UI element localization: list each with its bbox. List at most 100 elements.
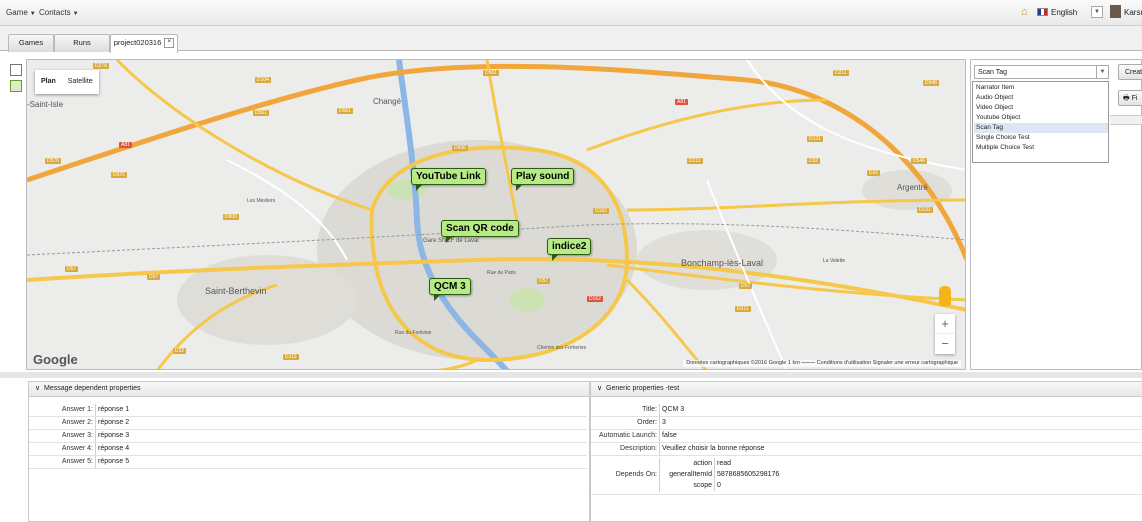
game-menu[interactable]: Game ▼ <box>6 8 36 17</box>
top-menu-bar <box>0 0 1142 26</box>
map-type-plan[interactable]: Plan <box>35 70 62 94</box>
splitter[interactable] <box>0 372 1142 378</box>
property-value[interactable]: réponse 3 <box>95 430 129 442</box>
road-label: D57 <box>537 278 551 284</box>
depends-value[interactable]: read <box>714 458 731 469</box>
road-label: D211 <box>687 158 703 164</box>
table-header <box>1110 115 1142 125</box>
item-type-dropdown-list: Narrator Item Audio Object Video Object … <box>972 81 1109 163</box>
property-value[interactable]: Veuillez choisir la bonne réponse <box>659 443 764 455</box>
zoom-out-button[interactable]: − <box>935 334 955 354</box>
road-label: D561 <box>253 110 269 116</box>
message-properties-panel: ∨ Message dependent properties Answer 1:… <box>28 381 590 522</box>
language-label: English <box>1051 8 1078 17</box>
item-type-select[interactable]: Scan Tag <box>974 65 1109 79</box>
map-canvas <box>27 60 965 369</box>
property-row: Answer 5: réponse 5 <box>29 456 587 469</box>
dropdown-option[interactable]: Narrator Item <box>974 83 1108 93</box>
uk-flag-icon <box>1037 8 1048 16</box>
town-label: Chemin des Fréheries <box>537 345 587 351</box>
depends-value[interactable]: 0 <box>714 480 721 491</box>
road-label: D561 <box>337 108 353 114</box>
dropdown-option[interactable]: Youtube Object <box>974 113 1108 123</box>
map-view[interactable]: Plan Satellite Saint-Berthevin Bonchamp-… <box>26 59 966 370</box>
tab-runs[interactable]: Runs <box>54 34 110 52</box>
find-button-label: Fi <box>1131 95 1138 102</box>
property-value[interactable]: 3 <box>659 417 666 429</box>
home-icon[interactable]: ⌂ <box>1021 6 1033 18</box>
property-label: Answer 4: <box>61 445 93 452</box>
depends-value[interactable]: 5878685605298176 <box>714 469 779 480</box>
caret-down-icon: ▼ <box>72 11 79 17</box>
depends-key: scope <box>693 482 712 489</box>
town-label: Argentré <box>897 183 928 192</box>
panel-header[interactable]: ∨ Generic properties -test <box>591 382 1142 397</box>
chevron-down-icon[interactable]: ▼ <box>1096 66 1108 78</box>
panel-title: Message dependent properties <box>44 385 141 392</box>
property-value[interactable]: réponse 1 <box>95 404 129 416</box>
language-dropdown[interactable]: ▼ <box>1091 6 1103 18</box>
town-label: Rue du Fontvise <box>395 330 432 336</box>
property-value[interactable]: false <box>659 430 677 442</box>
road-label: D32 <box>807 158 821 164</box>
property-value[interactable]: QCM 3 <box>659 404 684 416</box>
property-row: Answer 1: réponse 1 <box>29 404 587 417</box>
map-marker[interactable]: QCM 3 <box>429 278 471 301</box>
property-row: Order: 3 <box>591 417 1142 430</box>
depends-key: action <box>693 460 712 467</box>
tab-project[interactable]: project020316 × <box>110 34 178 53</box>
property-row: Title: QCM 3 <box>591 404 1142 417</box>
road-label: D576 <box>111 172 127 178</box>
road-label: D576 <box>45 158 61 164</box>
game-menu-label: Game <box>6 8 28 17</box>
town-label: La Valette <box>823 258 846 264</box>
caret-down-icon: ▼ <box>29 11 36 17</box>
depends-key: generalItemId <box>669 471 712 478</box>
user-name[interactable]: Karsui A <box>1124 8 1142 17</box>
property-label: Answer 5: <box>61 458 93 465</box>
tree-icon[interactable] <box>10 80 22 92</box>
map-marker[interactable]: YouTube Link <box>411 168 486 191</box>
property-label: Title: <box>642 406 657 413</box>
tab-label: Games <box>18 38 44 47</box>
road-label: D548 <box>923 80 939 86</box>
contacts-menu-label: Contacts <box>39 8 71 17</box>
generic-properties-panel: ∨ Generic properties -test Title: QCM 3 … <box>590 381 1142 522</box>
road-label: D57 <box>147 274 161 280</box>
map-type-control: Plan Satellite <box>35 70 99 94</box>
contacts-menu[interactable]: Contacts ▼ <box>39 8 79 17</box>
printer-icon: 🖶 <box>1123 95 1130 102</box>
find-button[interactable]: 🖶 Fi <box>1118 90 1142 106</box>
dropdown-option[interactable]: Audio Object <box>974 93 1108 103</box>
dropdown-option[interactable]: Single Choice Test <box>974 133 1108 143</box>
road-label: D278 <box>93 63 109 69</box>
create-button[interactable]: Creat <box>1118 64 1142 80</box>
zoom-in-button[interactable]: + <box>935 314 955 334</box>
dropdown-option-selected[interactable]: Scan Tag <box>974 123 1108 133</box>
road-label: D211 <box>735 306 751 312</box>
map-marker[interactable]: Scan QR code <box>441 220 519 243</box>
property-value[interactable]: réponse 2 <box>95 417 129 429</box>
dropdown-option[interactable]: Video Object <box>974 103 1108 113</box>
close-icon[interactable]: × <box>164 38 175 49</box>
town-label: -Saint-Isle <box>27 100 64 109</box>
property-value[interactable]: réponse 5 <box>95 456 129 468</box>
road-label: D131 <box>807 136 823 142</box>
property-value[interactable]: réponse 4 <box>95 443 129 455</box>
left-toolbar <box>8 60 22 100</box>
property-row: Automatic Launch: false <box>591 430 1142 443</box>
pegman-icon[interactable] <box>939 286 951 306</box>
avatar <box>1110 5 1121 18</box>
property-row: Description: Veuillez choisir la bonne r… <box>591 443 1142 456</box>
dropdown-option[interactable]: Multiple Choice Test <box>974 143 1108 153</box>
map-marker[interactable]: indice2 <box>547 238 592 261</box>
road-label: D900 <box>223 214 239 220</box>
road-label: D211 <box>833 70 849 76</box>
property-label: Description: <box>620 445 657 452</box>
panel-header[interactable]: ∨ Message dependent properties <box>29 382 589 397</box>
map-attribution[interactable]: Données cartographiques ©2016 Google 1 k… <box>683 360 961 367</box>
map-marker[interactable]: Play sound <box>511 168 575 191</box>
page-icon[interactable] <box>10 64 22 76</box>
map-type-satellite[interactable]: Satellite <box>62 70 99 94</box>
tab-games[interactable]: Games <box>8 34 54 52</box>
